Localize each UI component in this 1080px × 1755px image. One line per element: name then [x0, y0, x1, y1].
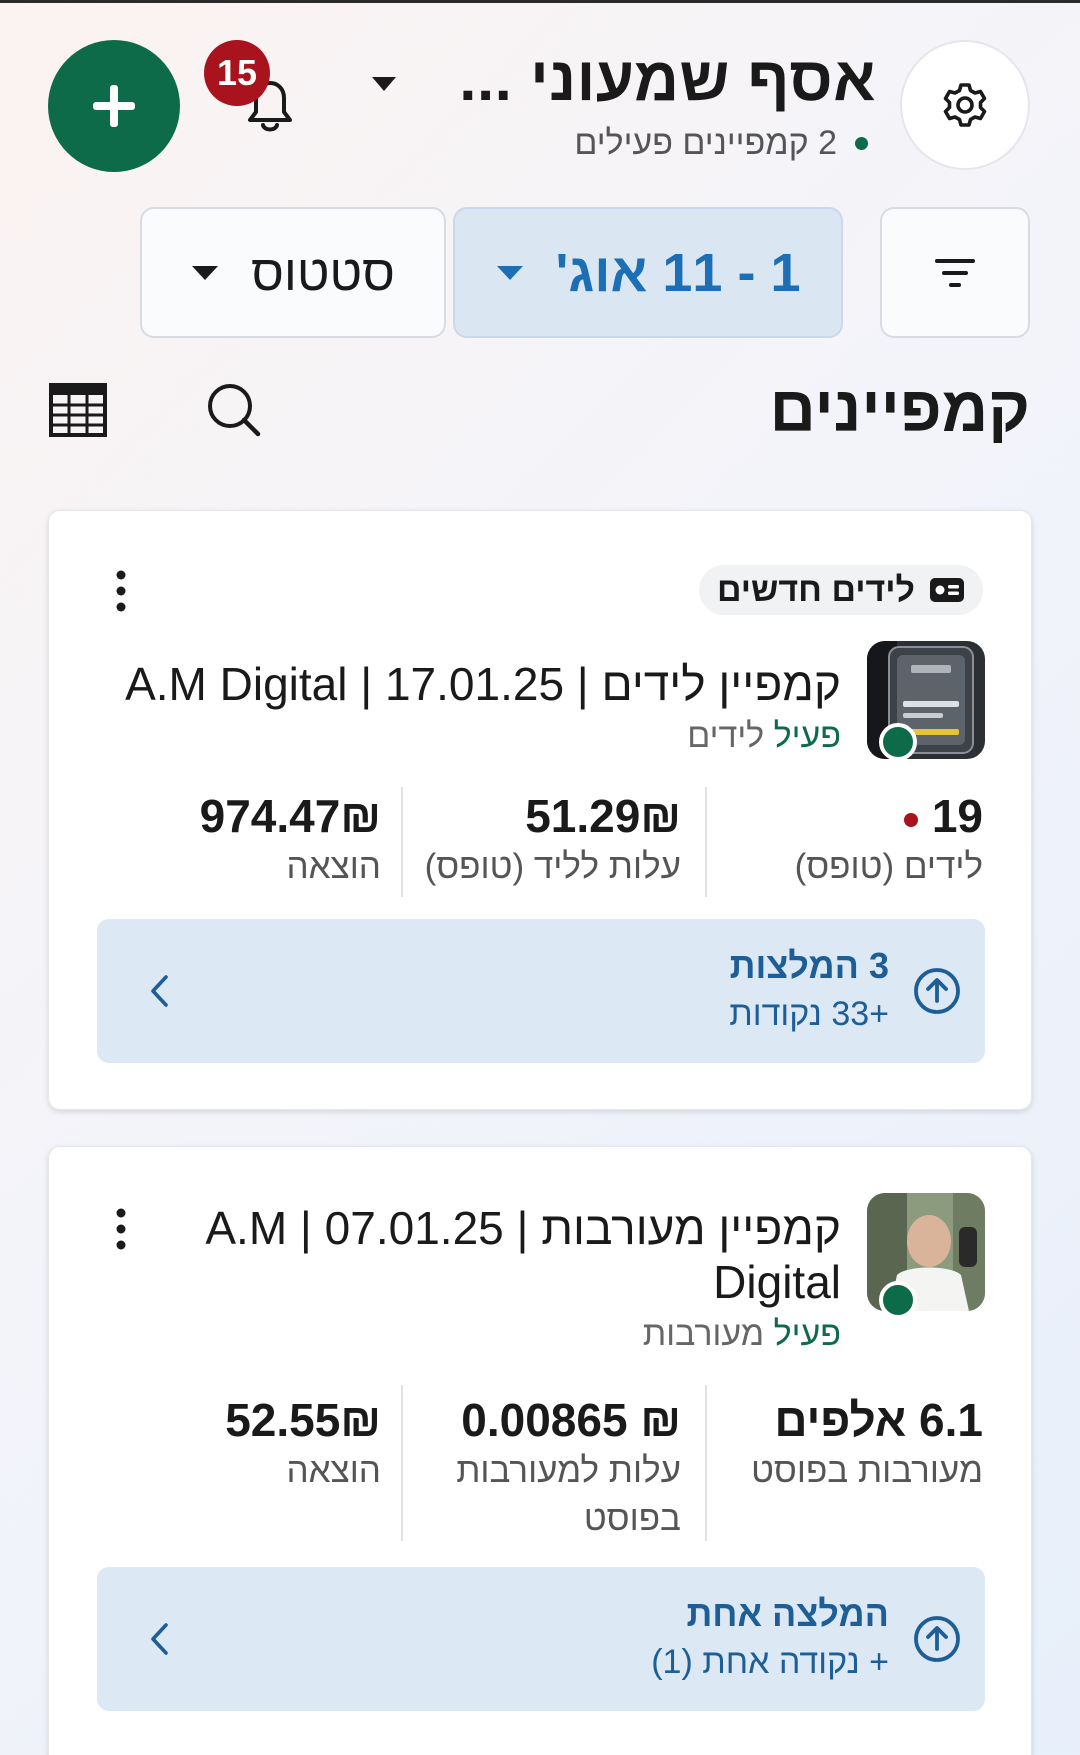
status-filter-label: סטטוס: [251, 244, 395, 301]
status-active-label: פעיל: [773, 717, 841, 755]
recommendations-banner[interactable]: המלצה אחת + נקודה אחת (1): [97, 1567, 985, 1711]
metric-value: 974.47₪: [199, 790, 381, 842]
chevron-left-icon: [151, 1623, 168, 1655]
status-dot: [855, 137, 868, 150]
active-dot: [879, 1281, 917, 1319]
divider: [705, 1385, 707, 1541]
chevron-down-icon: [496, 265, 523, 280]
recommendations-banner[interactable]: 3 המלצות +33 נקודות: [97, 919, 985, 1063]
campaign-tag-label: לידים חדשים: [716, 570, 915, 609]
recommendations-title: המלצה אחת: [686, 1593, 889, 1634]
recommendations-points: + נקודה אחת (1): [651, 1643, 889, 1681]
campaign-card[interactable]: קמפיין מעורבות | 07.01.25 | A.M Digital …: [48, 1146, 1032, 1755]
divider: [401, 1385, 403, 1541]
metric-cost-per-lead: 51.29₪ עלות לליד (טופס): [425, 789, 681, 891]
search-button[interactable]: [204, 380, 264, 440]
chevron-left-icon: [151, 975, 168, 1007]
metric-label: הוצאה: [286, 1451, 381, 1490]
notifications-badge: 15: [204, 40, 270, 106]
status-active-label: פעיל: [773, 1315, 841, 1353]
arrow-up-circle-icon: [914, 968, 960, 1014]
metric-label: עלות לליד (טופס): [424, 847, 681, 886]
metric-value: 6.1 אלפים: [774, 1394, 983, 1446]
metric-label: עלות למעורבות בפוסט: [456, 1451, 681, 1538]
account-name[interactable]: אסף שמעוני ...: [459, 44, 876, 115]
metric-value: ₪ 0.00865: [461, 1394, 681, 1446]
page-title: קמפיינים: [769, 373, 1030, 445]
metric-spend: 974.47₪ הוצאה: [200, 789, 381, 891]
table-icon: [49, 383, 107, 437]
account-status: 2 קמפיינים פעילים: [574, 124, 868, 163]
date-range-button[interactable]: 1 - 11 אוג': [453, 207, 843, 338]
plus-icon: [93, 85, 135, 127]
gear-icon: [943, 83, 987, 127]
metric-label: הוצאה: [286, 847, 381, 886]
filter-lines-icon: [935, 258, 975, 287]
active-dot: [879, 723, 917, 761]
arrow-up-circle-icon: [914, 1616, 960, 1662]
kebab-menu-icon[interactable]: [115, 569, 127, 613]
status-type-label: מעורבות: [642, 1315, 765, 1353]
status-type-label: לידים: [687, 717, 765, 755]
settings-button[interactable]: [900, 40, 1030, 170]
campaign-title[interactable]: קמפיין לידים | 17.01.25 | A.M Digital: [101, 657, 841, 711]
alert-dot: [903, 812, 918, 827]
add-campaign-button[interactable]: [48, 40, 180, 172]
active-campaigns-text: 2 קמפיינים פעילים: [574, 124, 837, 162]
metric-spend: 52.55₪ הוצאה: [225, 1393, 381, 1495]
metric-label: מעורבות בפוסט: [751, 1451, 983, 1490]
filter-button[interactable]: [880, 207, 1030, 338]
recommendations-title: 3 המלצות: [729, 945, 889, 986]
metric-cost-per-engagement: ₪ 0.00865 עלות למעורבות בפוסט: [421, 1393, 681, 1543]
metric-label: לידים (טופס): [794, 847, 983, 886]
divider: [705, 787, 707, 897]
chevron-down-icon: [192, 265, 219, 280]
campaign-tag: לידים חדשים: [698, 565, 983, 615]
lead-card-icon: [930, 578, 964, 602]
top-divider: [0, 0, 1080, 3]
status-filter-button[interactable]: סטטוס: [140, 207, 446, 338]
campaign-card[interactable]: לידים חדשים קמפיין לידים | 17.01.25 | A.…: [48, 510, 1032, 1110]
metric-value: 51.29₪: [525, 790, 681, 842]
recommendations-points: +33 נקודות: [729, 995, 889, 1033]
metric-leads: 19 לידים (טופס): [795, 789, 983, 891]
metric-engagement: 6.1 אלפים מעורבות בפוסט: [751, 1393, 983, 1495]
divider: [401, 787, 403, 897]
campaign-title[interactable]: קמפיין מעורבות | 07.01.25 | A.M Digital: [101, 1201, 841, 1309]
metric-value: 19: [931, 790, 983, 842]
chevron-down-icon[interactable]: [370, 74, 398, 94]
table-view-button[interactable]: [48, 382, 108, 438]
date-range-label: 1 - 11 אוג': [555, 242, 801, 303]
metric-value: 52.55₪: [225, 1394, 381, 1446]
search-icon: [208, 384, 261, 437]
campaign-status: פעיל לידים: [687, 717, 841, 756]
campaign-status: פעיל מעורבות: [643, 1315, 841, 1354]
